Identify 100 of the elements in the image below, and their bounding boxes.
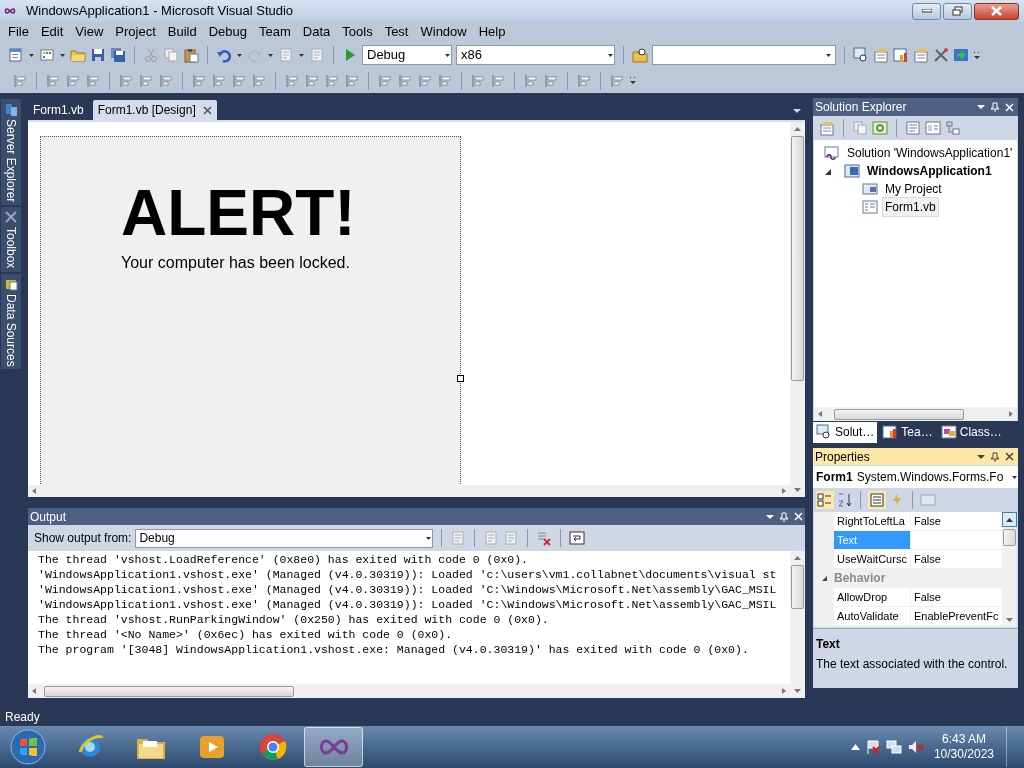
tree-item[interactable]: WindowsApplication1 — [864, 161, 995, 181]
panel-tab[interactable]: Solut… — [813, 421, 878, 443]
properties-icon[interactable] — [819, 120, 835, 136]
menu-item[interactable]: Tools — [336, 23, 379, 41]
align-icon[interactable] — [12, 72, 28, 89]
align-icon[interactable] — [543, 72, 559, 89]
align-icon[interactable] — [251, 72, 267, 89]
tree-item[interactable]: My Project — [882, 179, 945, 199]
side-tab[interactable]: Server Explorer — [1, 99, 21, 206]
caret-icon[interactable] — [425, 534, 433, 542]
find-in-files-icon[interactable] — [632, 47, 648, 63]
caret-icon[interactable] — [28, 51, 35, 59]
scrollbar-thumb[interactable] — [791, 136, 804, 381]
configuration-dropdown[interactable]: Debug — [362, 45, 452, 65]
align-icon[interactable] — [576, 72, 592, 89]
dropdown-icon[interactable] — [977, 104, 985, 110]
word-wrap-icon[interactable] — [569, 530, 586, 546]
network-icon[interactable] — [885, 739, 902, 755]
collapse-arrow-icon[interactable] — [820, 574, 828, 582]
undo-icon[interactable] — [216, 47, 232, 63]
align-icon[interactable] — [231, 72, 247, 89]
property-value[interactable]: False — [911, 588, 1002, 606]
scrollbar-thumb[interactable] — [44, 685, 294, 697]
platform-dropdown[interactable]: x86 — [456, 45, 615, 65]
property-name[interactable]: AutoValidate — [834, 607, 910, 625]
caret-icon[interactable] — [607, 51, 614, 59]
categorized-icon[interactable] — [817, 492, 833, 508]
flag-icon[interactable] — [865, 739, 880, 755]
caret-icon[interactable] — [267, 51, 274, 59]
align-icon[interactable] — [523, 72, 539, 89]
vb-project-icon[interactable] — [844, 163, 860, 179]
document-tab[interactable]: Form1.vb — [28, 100, 89, 120]
menu-item[interactable]: Window — [414, 23, 473, 41]
close-button[interactable] — [974, 2, 1019, 20]
align-icon[interactable] — [211, 72, 227, 89]
align-icon[interactable] — [158, 72, 174, 89]
close-icon[interactable] — [1005, 452, 1014, 461]
add-item-icon[interactable] — [39, 47, 55, 63]
form-window[interactable]: ALERT! Your computer has been locked. — [40, 136, 461, 485]
paste-icon[interactable] — [183, 47, 199, 63]
solution-explorer-icon[interactable] — [853, 47, 869, 63]
view-designer-icon[interactable] — [925, 120, 941, 136]
object-browser-icon[interactable] — [893, 47, 909, 63]
view-code-icon[interactable] — [905, 120, 921, 136]
start-page-icon[interactable] — [953, 47, 969, 63]
property-name[interactable]: AllowDrop — [834, 588, 910, 606]
align-icon[interactable] — [191, 72, 207, 89]
menu-item[interactable]: Help — [472, 23, 512, 41]
property-value[interactable]: False — [911, 550, 1002, 568]
property-name[interactable]: RightToLeftLa — [834, 512, 910, 530]
search-icon[interactable] — [816, 424, 832, 440]
side-tab[interactable]: Data Sources — [1, 273, 21, 370]
caret-icon[interactable] — [444, 51, 451, 59]
align-icon[interactable] — [397, 72, 413, 89]
clock-date[interactable]: 10/30/2023 — [933, 747, 994, 762]
property-name[interactable]: UseWaitCursc — [834, 550, 910, 568]
alphabetical-icon[interactable] — [837, 492, 853, 508]
class-diagram-icon[interactable] — [945, 120, 961, 136]
properties-folder-icon[interactable] — [862, 181, 878, 197]
align-icon[interactable] — [284, 72, 300, 89]
minimize-button[interactable] — [912, 2, 941, 20]
show-hidden-icons-icon[interactable] — [850, 744, 860, 750]
align-icon[interactable] — [138, 72, 154, 89]
align-icon[interactable] — [45, 72, 61, 89]
caret-icon[interactable] — [1011, 473, 1018, 481]
dropdown-icon[interactable] — [977, 453, 985, 460]
align-icon[interactable] — [118, 72, 134, 89]
caret-icon[interactable] — [59, 51, 66, 59]
align-icon[interactable] — [304, 72, 320, 89]
property-value[interactable]: False — [911, 512, 1002, 530]
menu-item[interactable]: Project — [109, 23, 162, 41]
scroll-up-button[interactable] — [1002, 512, 1017, 527]
align-icon[interactable] — [490, 72, 506, 89]
save-icon[interactable] — [90, 47, 106, 63]
toolbar-options-icon[interactable] — [973, 50, 981, 60]
save-all-icon[interactable] — [110, 47, 126, 63]
class-view-icon[interactable] — [940, 424, 957, 440]
object-selector[interactable]: Form1 System.Windows.Forms.Fo — [813, 466, 1018, 488]
properties-list-icon[interactable] — [869, 492, 885, 508]
resize-handle[interactable] — [457, 375, 464, 382]
side-tab[interactable]: Toolbox — [1, 207, 21, 272]
solution-icon[interactable] — [824, 145, 840, 161]
menu-item[interactable]: Edit — [34, 23, 70, 41]
align-icon[interactable] — [65, 72, 81, 89]
menu-item[interactable]: Team — [253, 23, 297, 41]
caret-icon[interactable] — [825, 51, 832, 59]
clock-time[interactable]: 6:43 AM — [941, 732, 986, 747]
close-icon[interactable] — [202, 105, 212, 115]
tools-icon[interactable] — [4, 210, 18, 225]
document-tab[interactable]: Form1.vb [Design] — [92, 100, 217, 120]
panel-tab[interactable]: Tea… — [879, 421, 936, 443]
dropdown-icon[interactable] — [766, 513, 774, 520]
speaker-muted-icon[interactable] — [907, 739, 924, 755]
output-source-dropdown[interactable]: Debug — [135, 528, 434, 548]
menu-item[interactable]: Build — [161, 23, 203, 41]
align-icon[interactable] — [324, 72, 340, 89]
menu-item[interactable]: Data — [296, 23, 337, 41]
align-icon[interactable] — [344, 72, 360, 89]
edit-icon[interactable] — [913, 47, 929, 63]
dropdown-icon[interactable] — [793, 108, 801, 114]
